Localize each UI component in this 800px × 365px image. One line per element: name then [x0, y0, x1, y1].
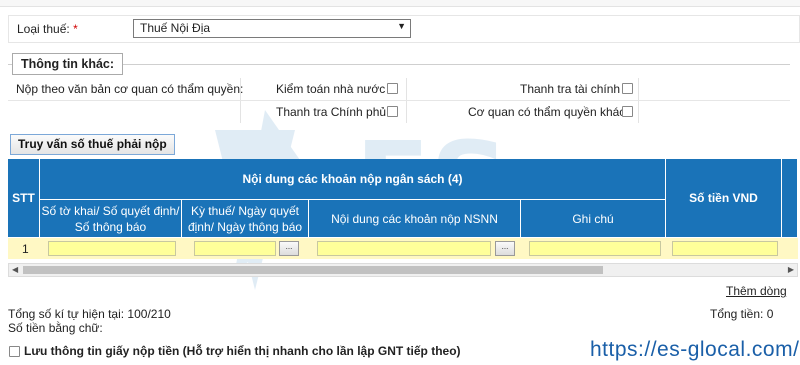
- declaration-number-input[interactable]: [48, 241, 176, 256]
- checkbox-audit[interactable]: [387, 83, 398, 94]
- tax-type-label: Loại thuế: *: [17, 22, 78, 36]
- header-extra-column: [782, 159, 798, 238]
- checkbox-govt-inspection[interactable]: [387, 106, 398, 117]
- checkbox-finance-inspection[interactable]: [622, 83, 633, 94]
- dropdown-arrow-icon: ▼: [397, 21, 406, 31]
- watermark-url: https://es-glocal.com/: [590, 338, 800, 361]
- header-amount-vnd: Số tiền VND: [666, 159, 782, 238]
- header-budget-content: Nội dung các khoản nộp ngân sách (4): [40, 159, 666, 200]
- option-label-finance-inspection: Thanh tra tài chính: [520, 82, 621, 96]
- header-stt: STT: [8, 159, 40, 238]
- authority-label: Nộp theo văn bản cơ quan có thẩm quyền:: [16, 82, 244, 96]
- checkbox-other-authority[interactable]: [622, 106, 633, 117]
- option-label-audit: Kiểm toán nhà nước: [276, 82, 386, 96]
- option-label-govt-inspection: Thanh tra Chính phủ: [276, 105, 387, 119]
- table-row: 1 ... ...: [8, 238, 798, 259]
- header-tax-period: Kỳ thuế/ Ngày quyết định/ Ngày thông báo: [182, 200, 309, 238]
- header-nsnn-content: Nội dung các khoản nộp NSNN: [309, 200, 521, 238]
- other-info-legend: Thông tin khác:: [12, 53, 124, 75]
- top-divider: [0, 0, 800, 7]
- scroll-left-icon[interactable]: ◀: [12, 265, 18, 274]
- authority-row-1: Nộp theo văn bản cơ quan có thẩm quyền: …: [8, 78, 790, 101]
- query-tax-button[interactable]: Truy vấn số thuế phải nộp: [10, 134, 175, 155]
- scrollbar-thumb[interactable]: [23, 266, 603, 274]
- option-label-other-authority: Cơ quan có thẩm quyền khác: [468, 105, 626, 119]
- authority-row-2: Thanh tra Chính phủ Cơ quan có thẩm quyề…: [8, 101, 790, 123]
- save-info-checkbox[interactable]: [9, 346, 20, 357]
- tax-period-picker-button[interactable]: ...: [279, 241, 299, 256]
- tax-type-row: Loại thuế: * Thuế Nội Địa ▼: [8, 15, 800, 43]
- header-declaration-number: Số tờ khai/ Số quyết định/ Số thông báo: [40, 200, 182, 238]
- add-row-link[interactable]: Thêm dòng: [726, 284, 787, 298]
- tax-type-select[interactable]: Thuế Nội Địa ▼: [133, 19, 411, 38]
- amount-input[interactable]: [672, 241, 778, 256]
- header-note: Ghi chú: [521, 200, 666, 238]
- row-stt: 1: [22, 242, 29, 256]
- tax-period-input[interactable]: [194, 241, 276, 256]
- note-input[interactable]: [529, 241, 661, 256]
- total-amount: Tổng tiền: 0: [710, 307, 774, 321]
- nsnn-content-input[interactable]: [317, 241, 491, 256]
- amount-in-words-label: Số tiền bằng chữ:: [8, 321, 103, 335]
- scroll-right-icon[interactable]: ▶: [788, 265, 794, 274]
- char-count: Tổng số kí tự hiện tại: 100/210: [8, 307, 171, 321]
- nsnn-content-picker-button[interactable]: ...: [495, 241, 515, 256]
- table-horizontal-scrollbar[interactable]: ◀ ▶: [8, 263, 798, 277]
- save-info-label: Lưu thông tin giấy nộp tiền (Hỗ trợ hiển…: [24, 344, 461, 358]
- tax-type-value: Thuế Nội Địa: [140, 21, 211, 35]
